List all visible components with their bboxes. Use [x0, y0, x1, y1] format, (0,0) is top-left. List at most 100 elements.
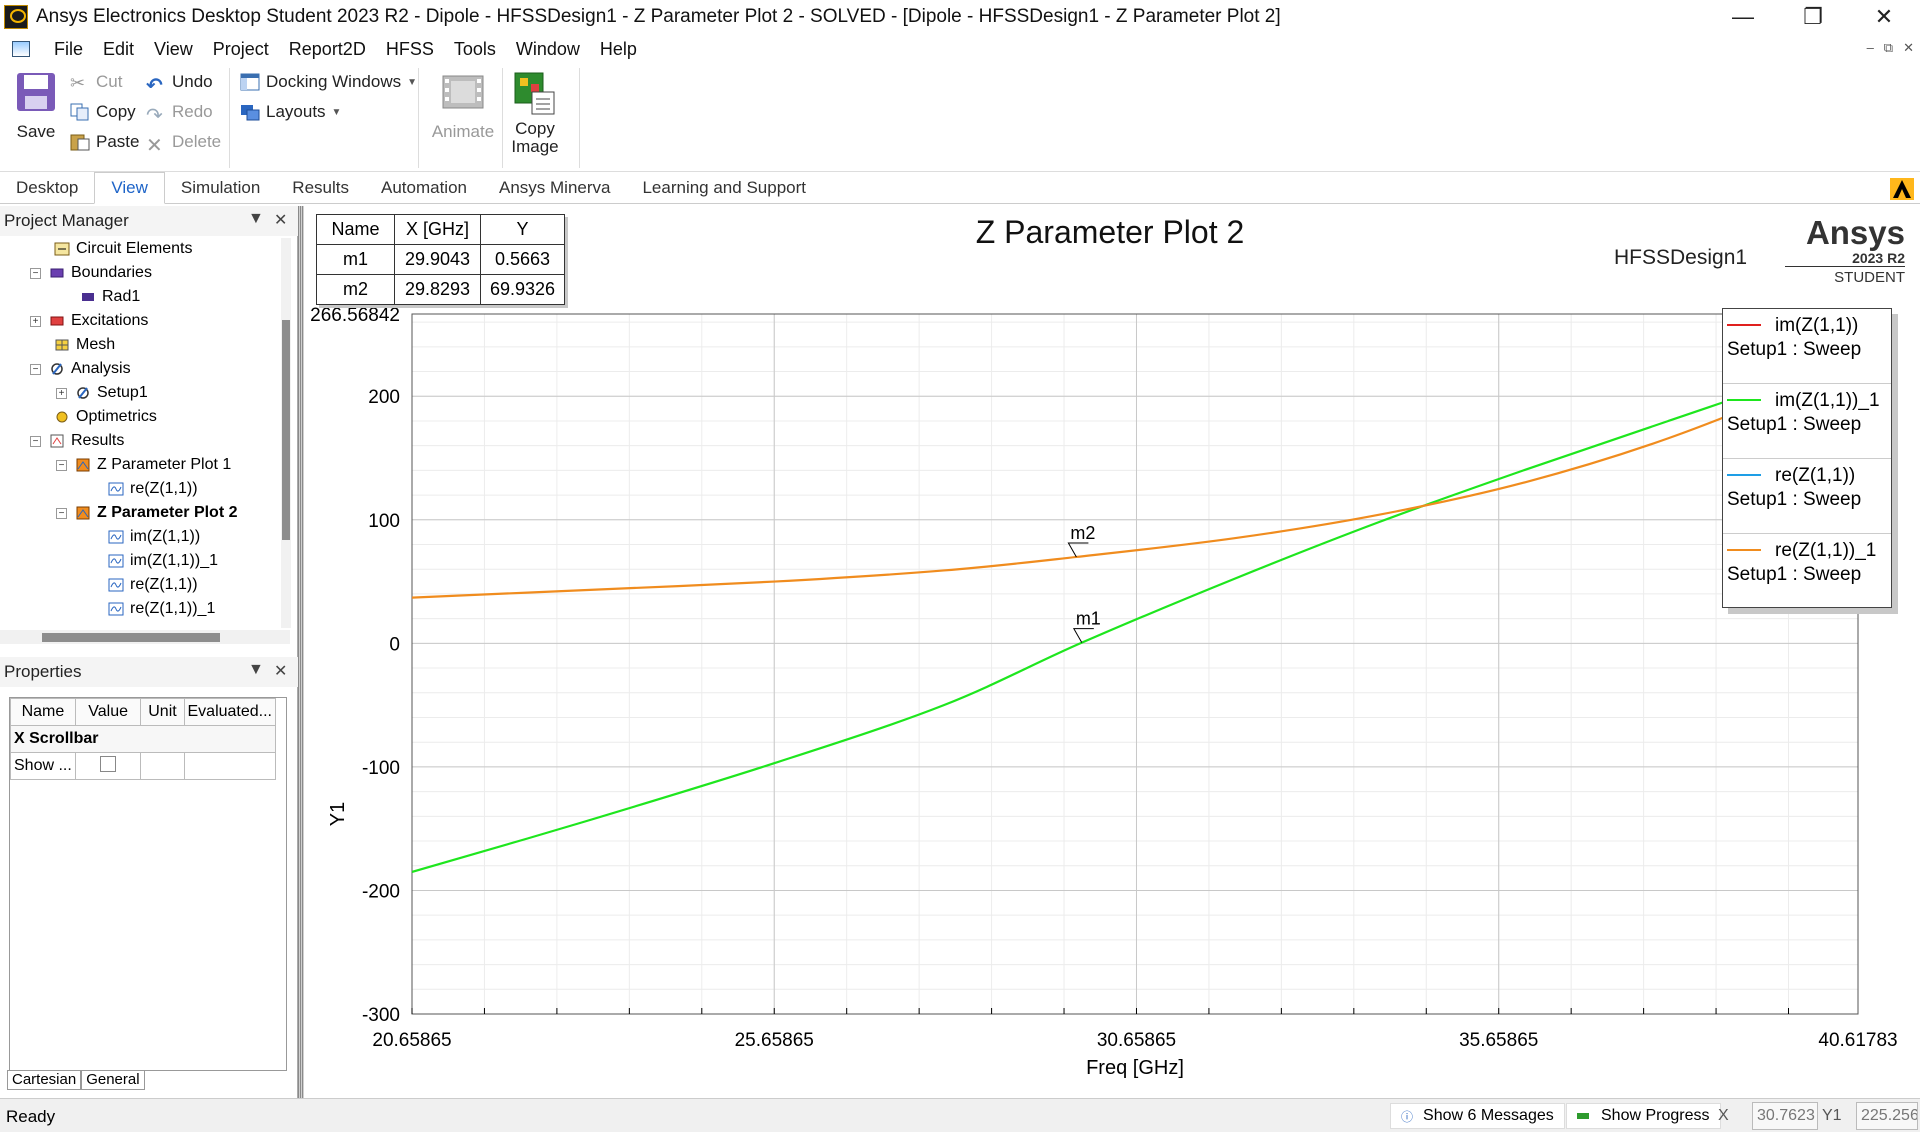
tree-horizontal-scrollbar[interactable] — [0, 630, 290, 644]
expand-icon[interactable]: + — [56, 387, 67, 399]
ansys-edition: STUDENT — [1834, 269, 1905, 286]
tree-item-mesh[interactable]: Mesh — [54, 334, 115, 356]
copy-image-button[interactable]: Copy Image — [504, 70, 566, 156]
tree-item-z-parameter-plot-2[interactable]: − Z Parameter Plot 2 — [56, 502, 238, 524]
y-coordinate-value: 225.256 — [1856, 1102, 1918, 1130]
legend-item[interactable]: im(Z(1,1))_1 Setup1 : Sweep — [1723, 384, 1891, 459]
redo-label: Redo — [172, 102, 213, 121]
tree-item-trace[interactable]: re(Z(1,1))_1 — [108, 598, 215, 620]
column-header-name[interactable]: Name — [10, 698, 76, 726]
menu-file[interactable]: File — [44, 39, 93, 60]
collapse-icon[interactable]: − — [30, 267, 41, 279]
show-progress-label: Show Progress — [1601, 1107, 1710, 1124]
pin-icon[interactable]: ▼ — [248, 210, 264, 228]
legend-swatch — [1727, 324, 1761, 326]
tab-automation[interactable]: Automation — [365, 172, 483, 204]
pin-icon[interactable]: ▼ — [248, 661, 264, 679]
tree-item-trace[interactable]: im(Z(1,1))_1 — [108, 550, 218, 572]
show-progress-button[interactable]: Show Progress — [1566, 1103, 1721, 1129]
document-icon[interactable] — [12, 41, 30, 57]
collapse-icon[interactable]: − — [30, 435, 41, 447]
tree-item-circuit-elements[interactable]: Circuit Elements — [54, 238, 192, 260]
chart-legend[interactable]: im(Z(1,1)) Setup1 : Sweep im(Z(1,1))_1 S… — [1722, 308, 1892, 608]
x-tick-label: 30.65865 — [1097, 1030, 1176, 1051]
menu-project[interactable]: Project — [203, 39, 279, 60]
column-header-evaluated[interactable]: Evaluated... — [183, 698, 276, 726]
marker-cell: 29.8293 — [394, 274, 481, 305]
menu-view[interactable]: View — [144, 39, 203, 60]
ribbon-divider — [418, 68, 419, 168]
marker-cell: m2 — [316, 274, 395, 305]
close-panel-icon[interactable]: ✕ — [274, 210, 287, 230]
minimize-button[interactable]: — — [1714, 0, 1772, 34]
tab-simulation[interactable]: Simulation — [165, 172, 276, 204]
expand-icon[interactable]: + — [30, 315, 41, 327]
tree-label: re(Z(1,1))_1 — [130, 600, 216, 617]
report-plot-icon — [76, 458, 90, 472]
mdi-restore-icon[interactable]: ⧉ — [1884, 40, 1893, 56]
property-name: Show ... — [10, 752, 76, 780]
close-window-button[interactable]: ✕ — [1855, 0, 1913, 34]
tree-label: Setup1 — [97, 384, 148, 401]
collapse-icon[interactable]: − — [56, 507, 67, 519]
legend-item[interactable]: im(Z(1,1)) Setup1 : Sweep — [1723, 309, 1891, 384]
tab-ansys-minerva[interactable]: Ansys Minerva — [483, 172, 626, 204]
tab-general[interactable]: General — [81, 1070, 145, 1090]
show-messages-button[interactable]: ⓘ Show 6 Messages — [1390, 1103, 1565, 1129]
show-checkbox[interactable] — [100, 755, 117, 772]
chart-svg[interactable]: 20.65865 25.65865 30.65865 35.65865 40.61783… — [304, 206, 1920, 1098]
scrollbar-thumb[interactable] — [282, 320, 290, 540]
tree-item-results[interactable]: − Results — [30, 430, 124, 452]
close-panel-icon[interactable]: ✕ — [274, 661, 287, 681]
collapse-icon[interactable]: − — [56, 459, 67, 471]
tree-item-analysis[interactable]: − Analysis — [30, 358, 131, 380]
column-header-unit[interactable]: Unit — [140, 698, 185, 726]
restore-button[interactable]: ❐ — [1784, 0, 1842, 34]
tab-cartesian[interactable]: Cartesian — [7, 1070, 82, 1090]
legend-item[interactable]: re(Z(1,1)) Setup1 : Sweep — [1723, 459, 1891, 534]
app-logo-icon — [4, 5, 28, 29]
docking-windows-label: Docking Windows — [266, 72, 402, 91]
mdi-close-icon[interactable]: ✕ — [1903, 40, 1914, 56]
copy-button[interactable]: Copy — [70, 102, 136, 122]
menu-window[interactable]: Window — [506, 39, 590, 60]
legend-setup: Setup1 : Sweep — [1727, 414, 1862, 435]
tree-item-trace[interactable]: re(Z(1,1)) — [108, 478, 198, 500]
tab-desktop[interactable]: Desktop — [0, 172, 94, 204]
animate-button[interactable]: Animate — [428, 70, 498, 142]
delete-button[interactable]: ✕ Delete — [146, 132, 221, 157]
tree-item-excitations[interactable]: + Excitations — [30, 310, 148, 332]
tree-item-z-parameter-plot-1[interactable]: − Z Parameter Plot 1 — [56, 454, 231, 476]
tree-item-trace[interactable]: im(Z(1,1)) — [108, 526, 200, 548]
layouts-button[interactable]: Layouts ▼ — [240, 102, 341, 122]
collapse-icon[interactable]: − — [30, 363, 41, 375]
tab-view[interactable]: View — [94, 171, 165, 204]
redo-button[interactable]: ↷ Redo — [146, 102, 213, 127]
undo-button[interactable]: ↶ Undo — [146, 72, 213, 97]
menu-edit[interactable]: Edit — [93, 39, 144, 60]
tree-item-boundaries[interactable]: − Boundaries — [30, 262, 152, 284]
tree-label: re(Z(1,1)) — [130, 576, 198, 593]
menu-tools[interactable]: Tools — [444, 39, 506, 60]
menu-hfss[interactable]: HFSS — [376, 39, 444, 60]
paste-button[interactable]: Paste — [70, 132, 139, 152]
save-button[interactable]: Save — [10, 70, 62, 142]
y-tick-label: 266.56842 — [310, 305, 400, 326]
mdi-minimize-icon[interactable]: – — [1867, 40, 1874, 56]
marker-cell: 0.5663 — [480, 244, 565, 275]
legend-item[interactable]: re(Z(1,1))_1 Setup1 : Sweep — [1723, 534, 1891, 609]
layouts-label: Layouts — [266, 102, 326, 121]
tree-item-rad1[interactable]: Rad1 — [80, 286, 140, 308]
tree-vertical-scrollbar[interactable] — [281, 238, 291, 628]
docking-windows-button[interactable]: Docking Windows ▼ — [240, 72, 417, 92]
cut-button[interactable]: ✂ Cut — [70, 72, 122, 93]
tab-results[interactable]: Results — [276, 172, 365, 204]
column-header-value[interactable]: Value — [74, 698, 142, 726]
tree-item-optimetrics[interactable]: Optimetrics — [54, 406, 157, 428]
tree-item-trace[interactable]: re(Z(1,1)) — [108, 574, 198, 596]
tree-item-setup1[interactable]: + Setup1 — [56, 382, 148, 404]
menu-help[interactable]: Help — [590, 39, 647, 60]
menu-report2d[interactable]: Report2D — [279, 39, 376, 60]
scrollbar-thumb[interactable] — [42, 633, 220, 642]
tab-learning-support[interactable]: Learning and Support — [626, 172, 822, 204]
